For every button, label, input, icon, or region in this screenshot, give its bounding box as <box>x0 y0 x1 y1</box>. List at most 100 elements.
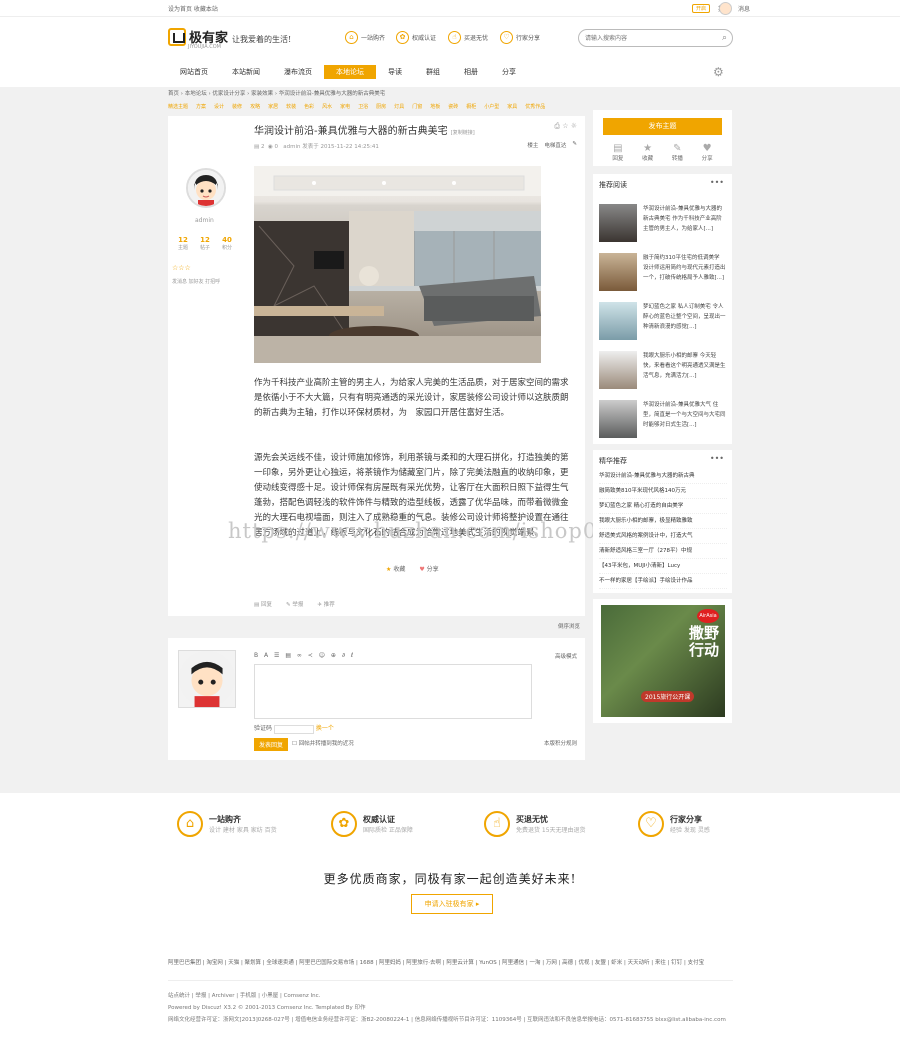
nav-forum[interactable]: 本地论坛 <box>324 65 376 79</box>
feature-label: 行家分享 <box>516 35 541 42</box>
subnav-item[interactable]: 灯具 <box>394 103 404 110</box>
reverse-order-link[interactable]: 倒序浏览 <box>168 620 585 634</box>
subnav-item[interactable]: 设计 <box>214 103 224 110</box>
author-stat[interactable]: 40 积分 <box>222 236 232 251</box>
editor-toolbar[interactable]: B A ☰ ▤ ∞ ≺ ☺ ⊕ ∂ ℓ <box>254 652 355 659</box>
jump-floor-link[interactable]: 电梯直达 <box>544 141 566 149</box>
share-button[interactable]: ♥ 分享 <box>419 564 438 573</box>
submit-reply-button[interactable]: 发表回复 <box>254 738 289 751</box>
nav-groups[interactable]: 群组 <box>414 65 452 79</box>
footer-links[interactable]: 阿里巴巴集团 | 淘宝网 | 天猫 | 聚划算 | 全球速卖通 | 阿里巴巴国际… <box>168 958 733 968</box>
footer-feature[interactable]: ⌂ 一站购齐 设计 建材 家具 家纺 百货 <box>177 811 277 837</box>
forward-checkbox[interactable]: ☐ 回帖并转播到我的近况 <box>292 739 354 747</box>
hot-item[interactable]: 舒适美式风格的案例设计中，打造大气 <box>599 529 727 544</box>
subnav-item[interactable]: 厨房 <box>376 103 386 110</box>
recommend-button[interactable]: ✈ 推荐 <box>317 600 334 608</box>
subnav-item[interactable]: 方案 <box>196 103 206 110</box>
more-icon[interactable]: ••• <box>710 454 724 463</box>
subnav-item[interactable]: 软装 <box>286 103 296 110</box>
subnav-item[interactable]: 瓷砖 <box>448 103 458 110</box>
subnav-item[interactable]: 家电 <box>340 103 350 110</box>
ad-brand-logo: AirAsia <box>697 609 719 623</box>
footer-slogan: 更多优质商家，同极有家一起创造美好未来! <box>323 872 577 886</box>
author-stat[interactable]: 12 主题 <box>178 236 188 251</box>
avatar[interactable] <box>186 168 226 208</box>
rules-link[interactable]: 本版积分规则 <box>544 739 577 747</box>
hot-item[interactable]: 华润设计前沿-兼具优雅与大器的新古典 <box>599 469 727 484</box>
open-badge[interactable]: 开启 <box>691 4 710 13</box>
favorite-button[interactable]: ★ 收藏 <box>386 564 405 573</box>
more-icon[interactable]: ••• <box>710 178 724 187</box>
reply-textarea[interactable] <box>254 664 532 719</box>
author-links[interactable]: 发消息 加好友 打招呼 <box>172 278 220 285</box>
footer-copy-line[interactable]: 站点统计 | 举报 | Archiver | 手机版 | 小黑屋 | Comse… <box>168 990 733 1002</box>
hot-item[interactable]: 我眼大厨乐小相的邮寨，极显精致雅致 <box>599 514 727 529</box>
user-avatar-small[interactable] <box>719 2 732 15</box>
edit-icon[interactable]: ✎ <box>572 141 577 149</box>
apply-button[interactable]: 申请入驻极有家 ▸ <box>411 894 493 914</box>
rec-item[interactable]: 梦幻蓝色之家 私人订制美宅 令人醉心的蓝色让整个空间，呈现出一种清新浪漫的感觉[… <box>599 302 726 340</box>
breadcrumb[interactable]: 首页 › 本地论坛 › 优家设计分享 › 家装效果 › 华润设计前沿-兼具优雅与… <box>168 89 585 97</box>
hot-item[interactable]: 梦幻蓝色之家 精心打造的自由美学 <box>599 499 727 514</box>
copy-link[interactable]: [复制链接] <box>451 130 475 136</box>
header-feature-return[interactable]: ☝ 买退无忧 <box>448 31 488 44</box>
reply-button[interactable]: ▤ 回复 <box>254 600 272 608</box>
nav-home[interactable]: 网站首页 <box>168 65 220 79</box>
header-feature-buy[interactable]: ⌂ 一站购齐 <box>345 31 385 44</box>
button-label: 收藏 <box>642 156 654 162</box>
rec-item[interactable]: 融于简约310平住宅的低调美学 设计师运用简约与现代元素打造出一个，打破传统格局… <box>599 253 726 291</box>
subnav-item[interactable]: 装修 <box>232 103 242 110</box>
rec-item[interactable]: 我眼大厨乐小相的邮寨 今天轻快，来看看这个明亮通透又满是生活气息，充满活力[..… <box>599 351 726 389</box>
gear-icon[interactable]: ⚙ <box>713 65 724 79</box>
rec-item[interactable]: 华润设计前沿-兼具优雅大气 住型，简直是一个与大空间与大宅同时能够对日式生活[.… <box>599 400 726 438</box>
footer-feature[interactable]: ♡ 行家分享 经验 发现 灵感 <box>638 811 710 837</box>
subnav-item[interactable]: 攻略 <box>250 103 260 110</box>
subnav-item[interactable]: 风水 <box>322 103 332 110</box>
top-bar-links[interactable]: 设为首页 收藏本站 <box>168 4 218 13</box>
subnav-item[interactable]: 家具 <box>507 103 517 110</box>
hot-item[interactable]: 不一样的家居【手绘派】手绘设计作品 <box>599 574 727 589</box>
report-button[interactable]: ✎ 举报 <box>286 600 303 608</box>
footer-feature[interactable]: ✿ 权威认证 国际质检 正品保障 <box>331 811 413 837</box>
hot-item[interactable]: 融简致美810平米现代风格140万元 <box>599 484 727 499</box>
advanced-mode-link[interactable]: 高级模式 <box>555 652 577 660</box>
nav-news[interactable]: 本站新闻 <box>220 65 272 79</box>
subnav-item[interactable]: 地板 <box>430 103 440 110</box>
hot-item[interactable]: 清新舒适风格三室一厅（278平）中规 <box>599 544 727 559</box>
captcha-input[interactable] <box>273 724 314 734</box>
subnav-item[interactable]: 优秀作品 <box>525 103 545 110</box>
post-title-text: 华润设计前沿-兼具优雅与大器的新古典美宅 <box>254 126 448 137</box>
captcha-refresh[interactable]: 换一个 <box>316 725 334 732</box>
site-logo[interactable]: 极有家 JIYOUJIA.COM <box>168 27 228 50</box>
header-feature-share[interactable]: ♡ 行家分享 <box>500 31 540 44</box>
search-icon[interactable]: ⌕ <box>722 33 727 43</box>
subnav-item[interactable]: 家居 <box>268 103 278 110</box>
message-link[interactable]: 消息 <box>738 4 750 13</box>
ad-banner[interactable]: AirAsia 撒野 行动 2015旅行公开课 <box>601 605 725 717</box>
footer-feature-title: 权威认证 <box>363 815 395 824</box>
header-feature-cert[interactable]: ✿ 权威认证 <box>396 31 436 44</box>
subnav-item[interactable]: 小户型 <box>484 103 499 110</box>
subnav-item[interactable]: 精选主题 <box>168 103 188 110</box>
publish-button[interactable]: 发布主题 <box>603 118 722 135</box>
nav-guide[interactable]: 导读 <box>376 65 414 79</box>
hot-item[interactable]: 【43平米包，MUJI小清新】Lucy <box>599 559 727 574</box>
author-stat[interactable]: 12 帖子 <box>200 236 210 251</box>
nav-albums[interactable]: 相册 <box>452 65 490 79</box>
sidebar-share[interactable]: ♥ 分享 <box>702 143 713 162</box>
nav-share[interactable]: 分享 <box>490 65 528 79</box>
nav-waterfall[interactable]: 瀑布流页 <box>272 65 324 79</box>
author-name[interactable]: admin <box>195 217 214 224</box>
subnav-item[interactable]: 色彩 <box>304 103 314 110</box>
floor-link[interactable]: 楼主 <box>527 141 538 149</box>
search-input[interactable] <box>585 33 715 44</box>
sidebar-favorite[interactable]: ★ 收藏 <box>642 143 653 162</box>
subnav-item[interactable]: 门窗 <box>412 103 422 110</box>
rec-item[interactable]: 华润设计前沿-兼具优雅与大器的新古典美宅 作为千科技产业高阶主管的男主人，为给家… <box>599 204 726 242</box>
subnav-item[interactable]: 橱柜 <box>466 103 476 110</box>
footer-feature[interactable]: ☝ 买退无忧 免费退货 15天无理由退货 <box>484 811 586 837</box>
sidebar-forward[interactable]: ✎ 转播 <box>672 143 683 162</box>
print-icon[interactable]: ⎙ ☆ ☼ <box>554 122 577 131</box>
sidebar-reply[interactable]: ▤ 回复 <box>612 143 623 162</box>
subnav-item[interactable]: 卫浴 <box>358 103 368 110</box>
